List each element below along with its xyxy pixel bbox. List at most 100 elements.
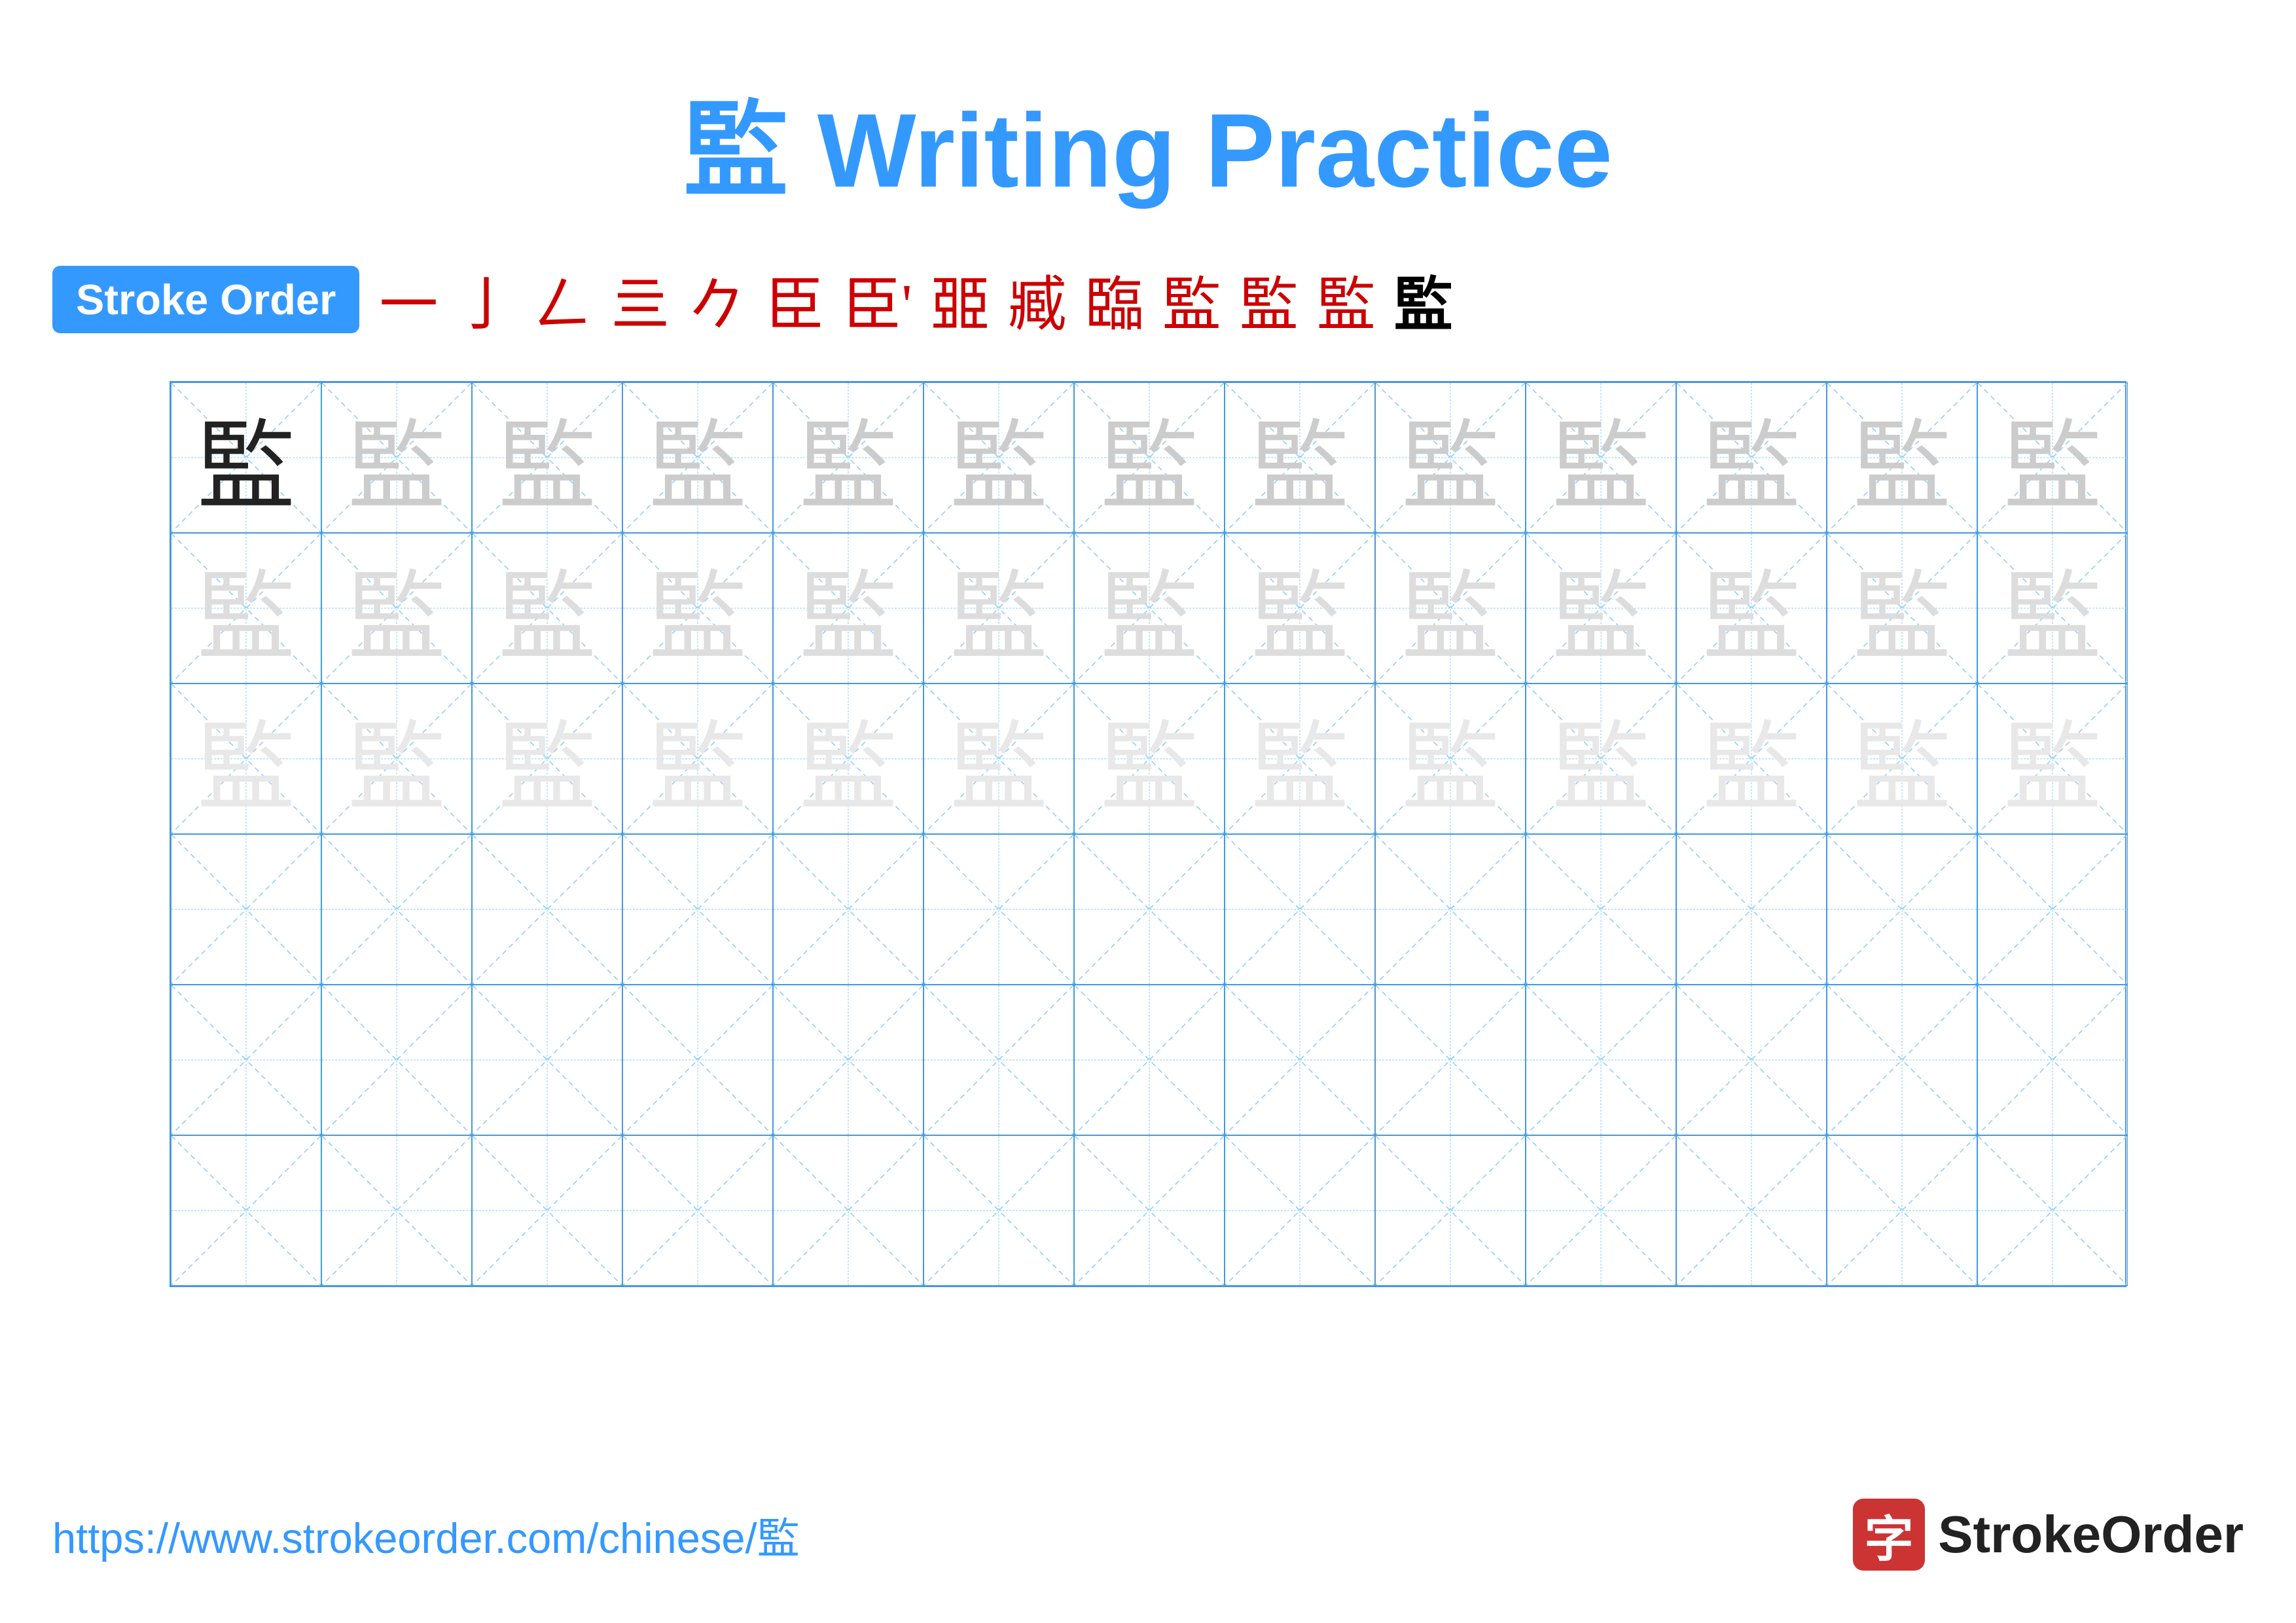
practice-char: 監 xyxy=(799,538,897,680)
grid-cell-r2c12[interactable]: 監 xyxy=(1827,533,1977,684)
cell-diag xyxy=(1677,1136,1826,1285)
grid-cell-r3c4[interactable]: 監 xyxy=(622,684,773,834)
grid-cell-r4c10[interactable] xyxy=(1526,834,1676,985)
cell-diag xyxy=(1376,835,1525,984)
grid-cell-r6c9[interactable] xyxy=(1375,1135,1526,1286)
grid-cell-r1c7[interactable]: 監 xyxy=(1074,382,1225,533)
grid-cell-r4c8[interactable] xyxy=(1225,834,1375,985)
grid-cell-r2c13[interactable]: 監 xyxy=(1977,533,2128,684)
logo-icon: 字 xyxy=(1853,1499,1925,1571)
grid-cell-r4c4[interactable] xyxy=(622,834,773,985)
grid-cell-r5c9[interactable] xyxy=(1375,985,1526,1135)
grid-cell-r6c12[interactable] xyxy=(1827,1135,1977,1286)
grid-cell-r6c11[interactable] xyxy=(1676,1135,1827,1286)
practice-char: 監 xyxy=(1100,688,1198,830)
grid-cell-r3c5[interactable]: 監 xyxy=(773,684,924,834)
grid-cell-r4c2[interactable] xyxy=(321,834,472,985)
grid-cell-r6c8[interactable] xyxy=(1225,1135,1375,1286)
grid-cell-r4c5[interactable] xyxy=(773,834,924,985)
practice-char: 監 xyxy=(1702,538,1801,680)
grid-cell-r6c4[interactable] xyxy=(622,1135,773,1286)
grid-cell-r6c2[interactable] xyxy=(321,1135,472,1286)
grid-cell-r2c9[interactable]: 監 xyxy=(1375,533,1526,684)
grid-cell-r3c9[interactable]: 監 xyxy=(1375,684,1526,834)
grid-cell-r5c10[interactable] xyxy=(1526,985,1676,1135)
grid-cell-r1c3[interactable]: 監 xyxy=(472,382,622,533)
grid-cell-r6c3[interactable] xyxy=(472,1135,622,1286)
practice-char: 監 xyxy=(1853,688,1951,830)
grid-cell-r5c8[interactable] xyxy=(1225,985,1375,1135)
grid-cell-r4c13[interactable] xyxy=(1977,834,2128,985)
grid-cell-r2c10[interactable]: 監 xyxy=(1526,533,1676,684)
grid-cell-r6c1[interactable] xyxy=(171,1135,321,1286)
grid-cell-r1c4[interactable]: 監 xyxy=(622,382,773,533)
grid-cell-r2c3[interactable]: 監 xyxy=(472,533,622,684)
cell-diag xyxy=(322,835,471,984)
grid-cell-r1c13[interactable]: 監 xyxy=(1977,382,2128,533)
grid-cell-r6c6[interactable] xyxy=(924,1135,1074,1286)
grid-cell-r2c7[interactable]: 監 xyxy=(1074,533,1225,684)
grid-cell-r1c9[interactable]: 監 xyxy=(1375,382,1526,533)
grid-cell-r3c1[interactable]: 監 xyxy=(171,684,321,834)
grid-cell-r4c9[interactable] xyxy=(1375,834,1526,985)
grid-cell-r3c8[interactable]: 監 xyxy=(1225,684,1375,834)
grid-cell-r4c6[interactable] xyxy=(924,834,1074,985)
grid-cell-r4c11[interactable] xyxy=(1676,834,1827,985)
grid-cell-r3c2[interactable]: 監 xyxy=(321,684,472,834)
grid-cell-r5c3[interactable] xyxy=(472,985,622,1135)
grid-cell-r1c2[interactable]: 監 xyxy=(321,382,472,533)
grid-cell-r5c12[interactable] xyxy=(1827,985,1977,1135)
page: 監 Writing Practice Stroke Order 一 亅 𠃋 亖 … xyxy=(0,0,2296,1623)
grid-cell-r2c8[interactable]: 監 xyxy=(1225,533,1375,684)
practice-char: 監 xyxy=(1702,688,1801,830)
grid-cell-r2c6[interactable]: 監 xyxy=(924,533,1074,684)
grid-cell-r1c12[interactable]: 監 xyxy=(1827,382,1977,533)
grid-cell-r5c13[interactable] xyxy=(1977,985,2128,1135)
grid-cell-r1c1[interactable]: 監 xyxy=(171,382,321,533)
grid-cell-r2c5[interactable]: 監 xyxy=(773,533,924,684)
practice-grid: 監 監 監 監 監 xyxy=(170,381,2126,1287)
grid-cell-r1c10[interactable]: 監 xyxy=(1526,382,1676,533)
grid-cell-r6c10[interactable] xyxy=(1526,1135,1676,1286)
grid-cell-r5c2[interactable] xyxy=(321,985,472,1135)
grid-cell-r5c1[interactable] xyxy=(171,985,321,1135)
grid-cell-r4c7[interactable] xyxy=(1074,834,1225,985)
grid-cell-r3c6[interactable]: 監 xyxy=(924,684,1074,834)
title-char: 監 Writing Practice xyxy=(683,92,1613,209)
grid-cell-r3c10[interactable]: 監 xyxy=(1526,684,1676,834)
grid-cell-r2c4[interactable]: 監 xyxy=(622,533,773,684)
practice-char: 監 xyxy=(498,387,596,529)
cell-diag xyxy=(171,985,321,1135)
practice-char: 監 xyxy=(1401,538,1499,680)
grid-cell-r3c3[interactable]: 監 xyxy=(472,684,622,834)
cell-diag xyxy=(924,835,1073,984)
grid-cell-r4c3[interactable] xyxy=(472,834,622,985)
grid-cell-r2c2[interactable]: 監 xyxy=(321,533,472,684)
grid-cell-r5c5[interactable] xyxy=(773,985,924,1135)
grid-cell-r1c8[interactable]: 監 xyxy=(1225,382,1375,533)
grid-cell-r3c12[interactable]: 監 xyxy=(1827,684,1977,834)
practice-char: 監 xyxy=(498,538,596,680)
grid-cell-r3c13[interactable]: 監 xyxy=(1977,684,2128,834)
grid-cell-r5c6[interactable] xyxy=(924,985,1074,1135)
grid-cell-r6c5[interactable] xyxy=(773,1135,924,1286)
grid-cell-r2c1[interactable]: 監 xyxy=(171,533,321,684)
grid-cell-r3c7[interactable]: 監 xyxy=(1074,684,1225,834)
grid-cell-r6c13[interactable] xyxy=(1977,1135,2128,1286)
grid-cell-r5c11[interactable] xyxy=(1676,985,1827,1135)
grid-cell-r5c4[interactable] xyxy=(622,985,773,1135)
grid-cell-r5c7[interactable] xyxy=(1074,985,1225,1135)
cell-diag xyxy=(1075,1136,1224,1285)
practice-char: 監 xyxy=(649,688,747,830)
grid-cell-r4c1[interactable] xyxy=(171,834,321,985)
cell-diag xyxy=(171,1136,321,1285)
grid-cell-r1c11[interactable]: 監 xyxy=(1676,382,1827,533)
grid-cell-r1c5[interactable]: 監 xyxy=(773,382,924,533)
grid-cell-r1c6[interactable]: 監 xyxy=(924,382,1074,533)
footer-url-link[interactable]: https://www.strokeorder.com/chinese/監 xyxy=(52,1504,800,1565)
stroke-13: 監 xyxy=(1317,257,1376,342)
grid-cell-r4c12[interactable] xyxy=(1827,834,1977,985)
grid-cell-r2c11[interactable]: 監 xyxy=(1676,533,1827,684)
grid-cell-r6c7[interactable] xyxy=(1074,1135,1225,1286)
grid-cell-r3c11[interactable]: 監 xyxy=(1676,684,1827,834)
